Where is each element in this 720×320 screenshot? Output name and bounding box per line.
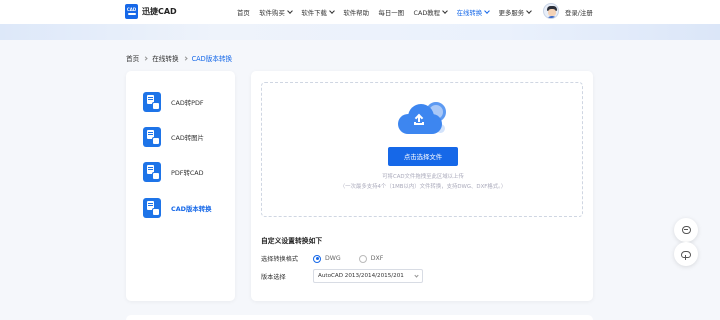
- chevron-down-icon: [526, 8, 533, 14]
- radio-unchecked-icon: [358, 254, 367, 263]
- format-label: 选择转换格式: [261, 256, 299, 263]
- chevron-down-icon: [414, 272, 419, 278]
- radio-checked-icon: [313, 254, 321, 263]
- chevron-down-icon: [442, 8, 448, 14]
- sidebar-item-label: PDF转CAD: [171, 168, 204, 177]
- converter-panel: 点击选择文件 可将CAD文件拖拽至此区域以上传 （一次最多支持4个（1MB以内）…: [251, 71, 593, 301]
- cloud-download-icon: [681, 250, 691, 260]
- sidebar-item-label: CAD转PDF: [171, 98, 204, 107]
- version-label: 版本选择: [261, 273, 286, 281]
- cloud-upload-icon: [394, 100, 456, 140]
- nav-item-help[interactable]: 软件帮助: [343, 8, 369, 17]
- nav-item-home[interactable]: 首页: [237, 8, 250, 17]
- nav-item-daily-drawing[interactable]: 每日一图: [378, 8, 404, 17]
- sidebar-item-cad-to-pdf[interactable]: CAD转PDF: [143, 91, 204, 113]
- chevron-down-icon: [287, 8, 293, 14]
- format-row: 选择转换格式 DWG DXF: [261, 254, 401, 263]
- format-radio-dxf[interactable]: DXF: [358, 254, 383, 263]
- chevron-down-icon: [484, 8, 490, 14]
- logo-mark-icon: CAD: [125, 4, 138, 19]
- breadcrumb-section[interactable]: 在线转换: [152, 53, 178, 63]
- breadcrumb-current: CAD版本转换: [191, 55, 233, 63]
- cloud-download-button[interactable]: [674, 242, 698, 266]
- version-row: 版本选择 AutoCAD 2013/2014/2015/201: [261, 269, 423, 283]
- chat-button[interactable]: [674, 218, 698, 242]
- sidebar-item-cad-to-image[interactable]: CAD转图片: [143, 126, 204, 148]
- format-radio-dwg[interactable]: DWG: [313, 254, 341, 263]
- converter-sidebar: CAD转PDF CAD转图片 PDF转CAD CAD版本转换: [126, 71, 235, 301]
- file-dropzone[interactable]: 点击选择文件 可将CAD文件拖拽至此区域以上传 （一次最多支持4个（1MB以内）…: [261, 82, 583, 217]
- cad-version-convert-icon: [143, 198, 161, 218]
- sidebar-item-label: CAD版本转换: [171, 204, 212, 213]
- nav-item-download[interactable]: 软件下载: [301, 8, 335, 17]
- version-select[interactable]: AutoCAD 2013/2014/2015/201: [313, 269, 423, 283]
- sidebar-item-cad-version-convert[interactable]: CAD版本转换: [143, 197, 212, 219]
- nav-item-tutorial[interactable]: CAD教程: [414, 8, 448, 17]
- cad-to-image-icon: [143, 127, 161, 147]
- upload-limit-hint: （一次最多支持4个（1MB以内）文件转换，支持DWG、DXF格式。）: [339, 184, 507, 190]
- chevron-right-icon: [182, 55, 188, 61]
- breadcrumb-home[interactable]: 首页: [126, 53, 139, 63]
- logo[interactable]: CAD 迅捷CAD: [125, 4, 177, 19]
- chat-icon: [681, 226, 691, 234]
- chevron-right-icon: [143, 55, 148, 61]
- nav-item-more-services[interactable]: 更多服务: [499, 8, 533, 17]
- bottom-card: [126, 315, 593, 320]
- avatar[interactable]: [543, 3, 559, 19]
- cad-to-pdf-icon: [143, 92, 161, 112]
- sidebar-item-pdf-to-cad[interactable]: PDF转CAD: [143, 161, 204, 183]
- breadcrumb: 首页 在线转换 CAD版本转换: [126, 53, 232, 63]
- top-header: CAD 迅捷CAD 首页 软件购买 软件下载 软件帮助 每日一图 CAD教程 在…: [0, 0, 720, 24]
- pdf-to-cad-icon: [143, 162, 161, 182]
- nav-item-online-convert[interactable]: 在线转换: [457, 8, 490, 17]
- main-nav: 首页 软件购买 软件下载 软件帮助 每日一图 CAD教程 在线转换 更多服务: [237, 0, 541, 24]
- top-banner: [0, 24, 720, 40]
- drag-hint: 可将CAD文件拖拽至此区域以上传: [382, 174, 464, 180]
- login-register-link[interactable]: 登录/注册: [565, 8, 593, 17]
- sidebar-item-label: CAD转图片: [171, 133, 204, 142]
- version-select-value: AutoCAD 2013/2014/2015/201: [318, 273, 404, 279]
- logo-text: 迅捷CAD: [142, 7, 177, 16]
- nav-item-buy[interactable]: 软件购买: [259, 8, 293, 17]
- chevron-down-icon: [329, 8, 335, 14]
- select-file-button[interactable]: 点击选择文件: [388, 147, 458, 166]
- settings-title: 自定义设置转换如下: [261, 237, 323, 245]
